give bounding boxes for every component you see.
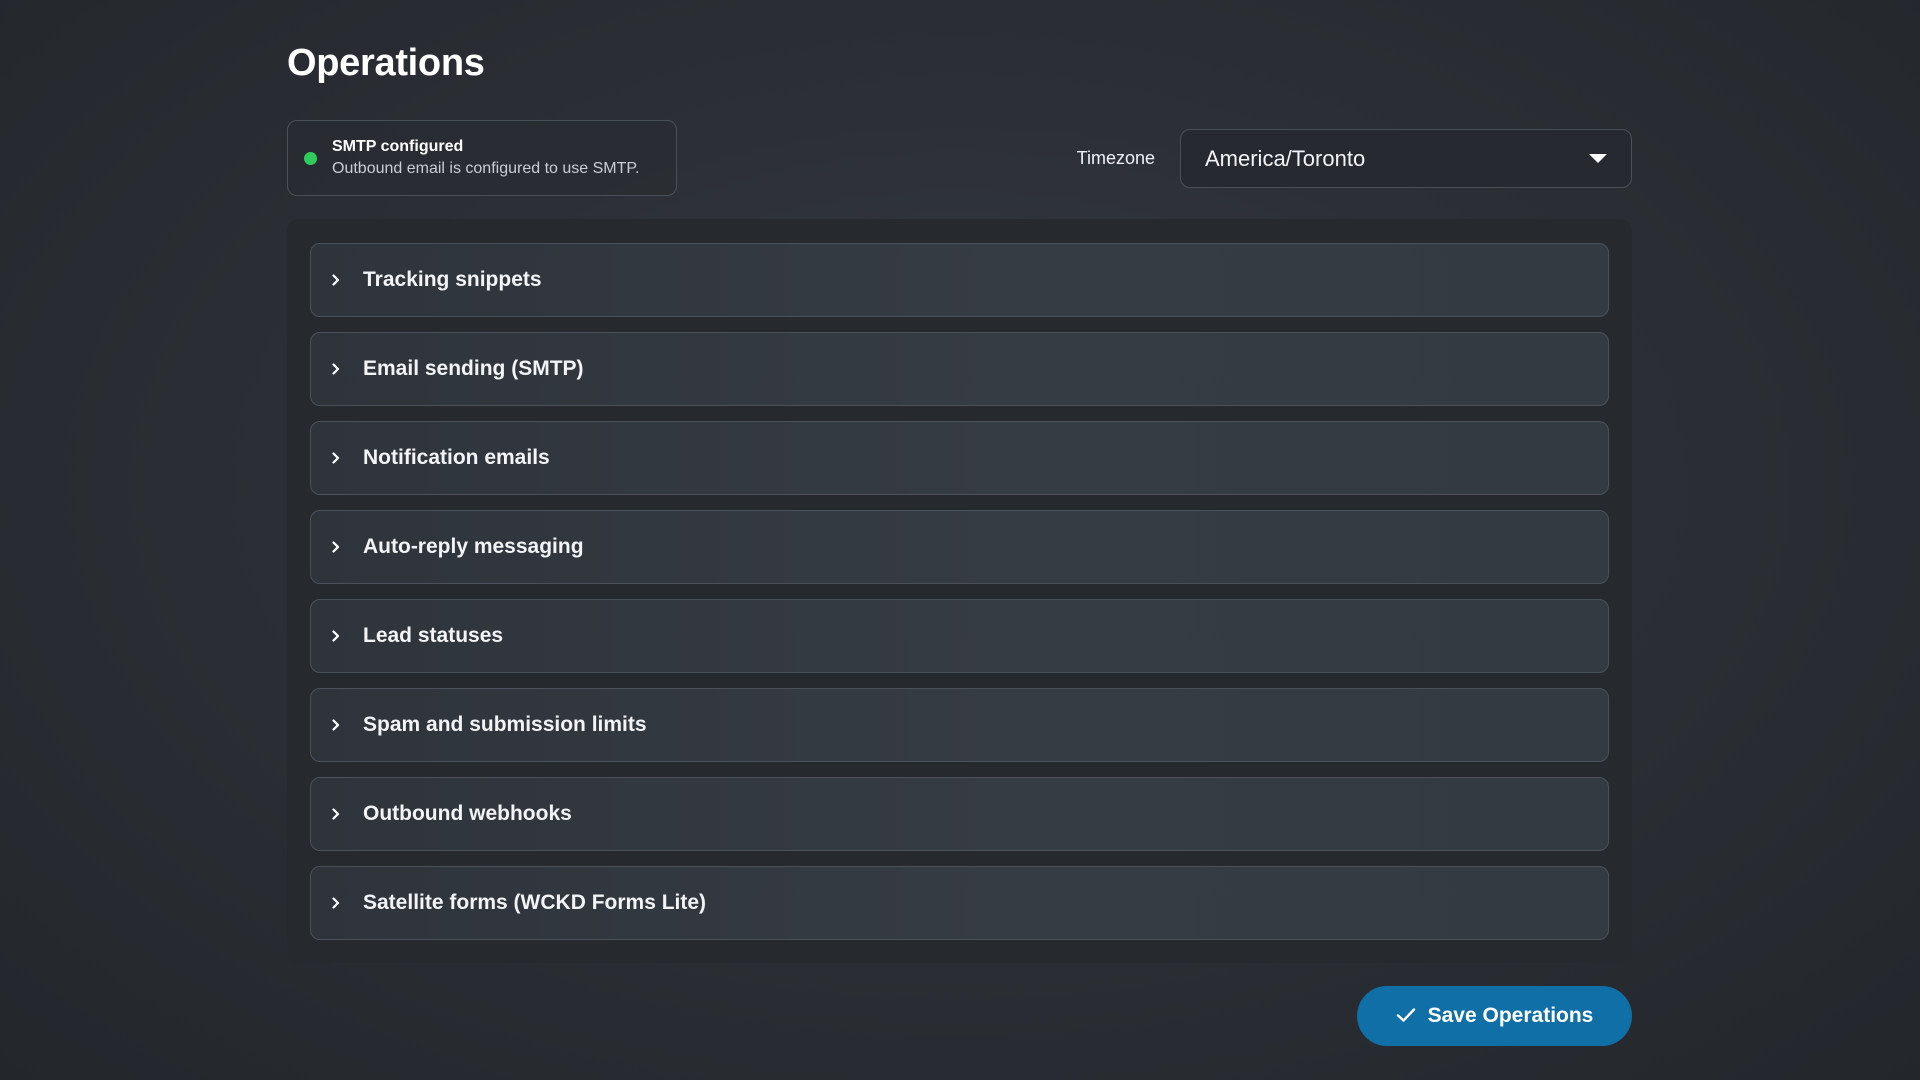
status-text: SMTP configured Outbound email is config…: [332, 136, 639, 180]
page-title: Operations: [287, 42, 485, 84]
status-description: Outbound email is configured to use SMTP…: [332, 160, 640, 177]
sections-panel: Tracking snippets Email sending (SMTP) N…: [287, 219, 1632, 963]
accordion-item-spam-limits[interactable]: Spam and submission limits: [310, 688, 1609, 762]
accordion-item-outbound-webhooks[interactable]: Outbound webhooks: [310, 777, 1609, 851]
accordion-label: Outbound webhooks: [363, 802, 572, 825]
caret-down-icon: [1589, 154, 1607, 163]
accordion-label: Auto-reply messaging: [363, 535, 584, 558]
timezone-label: Timezone: [1076, 148, 1155, 168]
accordion-list: Tracking snippets Email sending (SMTP) N…: [310, 243, 1609, 940]
accordion-item-tracking-snippets[interactable]: Tracking snippets: [310, 243, 1609, 317]
chevron-right-icon: [327, 360, 345, 378]
save-button-label: Save Operations: [1427, 1004, 1594, 1027]
accordion-item-satellite-forms[interactable]: Satellite forms (WCKD Forms Lite): [310, 866, 1609, 940]
timezone-select[interactable]: America/Toronto: [1180, 129, 1632, 188]
smtp-status-card: SMTP configured Outbound email is config…: [287, 120, 677, 196]
accordion-item-lead-statuses[interactable]: Lead statuses: [310, 599, 1609, 673]
accordion-label: Lead statuses: [363, 624, 504, 647]
chevron-right-icon: [327, 627, 345, 645]
status-title: SMTP configured: [332, 138, 464, 155]
accordion-item-notification-emails[interactable]: Notification emails: [310, 421, 1609, 495]
save-operations-button[interactable]: Save Operations: [1357, 986, 1632, 1046]
timezone-value: America/Toronto: [1205, 145, 1366, 171]
accordion-label: Tracking snippets: [363, 268, 542, 291]
accordion-label: Email sending (SMTP): [363, 357, 584, 380]
accordion-label: Satellite forms (WCKD Forms Lite): [363, 891, 707, 914]
chevron-right-icon: [327, 805, 345, 823]
accordion-item-email-sending[interactable]: Email sending (SMTP): [310, 332, 1609, 406]
accordion-item-auto-reply[interactable]: Auto-reply messaging: [310, 510, 1609, 584]
accordion-label: Spam and submission limits: [363, 713, 647, 736]
chevron-right-icon: [327, 894, 345, 912]
chevron-right-icon: [327, 538, 345, 556]
accordion-label: Notification emails: [363, 446, 550, 469]
chevron-right-icon: [327, 271, 345, 289]
chevron-right-icon: [327, 716, 345, 734]
operations-page: Operations SMTP configured Outbound emai…: [287, 0, 1632, 1080]
chevron-right-icon: [327, 449, 345, 467]
check-icon: [1396, 1007, 1416, 1026]
status-dot-icon: [304, 151, 317, 165]
